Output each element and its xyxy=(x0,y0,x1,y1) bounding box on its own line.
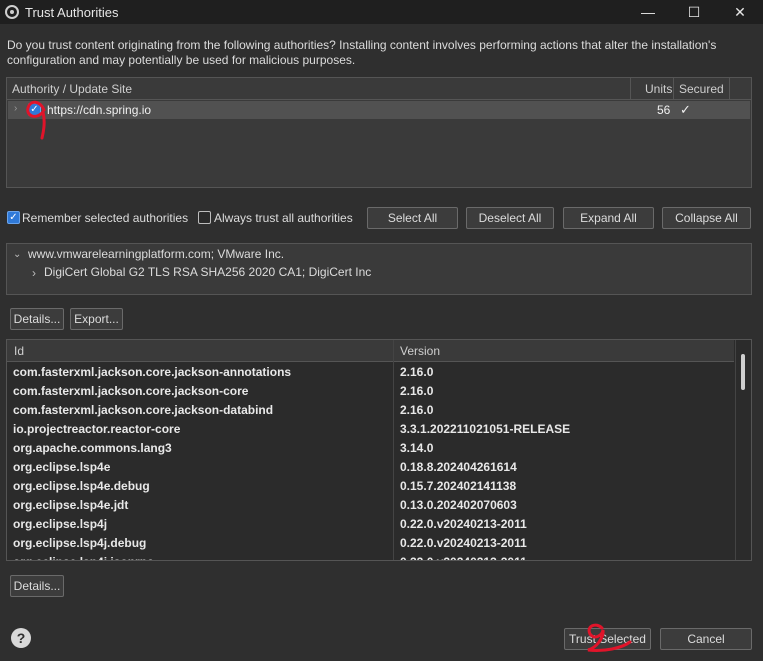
unit-id: org.eclipse.lsp4e.debug xyxy=(13,479,150,493)
maximize-icon: ☐ xyxy=(687,3,701,20)
intro-message: Do you trust content originating from th… xyxy=(7,38,717,67)
remember-checkbox[interactable]: ✓ xyxy=(7,211,20,224)
table-row[interactable]: org.eclipse.lsp4e.debug 0.15.7.2024021411… xyxy=(7,477,734,496)
table-row[interactable]: org.eclipse.lsp4j 0.22.0.v20240213-2011 xyxy=(7,515,734,534)
always-trust-checkbox[interactable] xyxy=(198,211,211,224)
units-table-header: Id Version xyxy=(7,340,734,362)
unit-version: 0.22.0.v20240213-2011 xyxy=(400,517,527,531)
scroll-thumb[interactable] xyxy=(741,354,745,390)
unit-version: 3.3.1.202211021051-RELEASE xyxy=(400,422,571,436)
table-row[interactable]: org.eclipse.lsp4e.jdt 0.13.0.202402070603 xyxy=(7,496,734,515)
authority-row[interactable]: › ✓ https://cdn.spring.io 56 ✓ xyxy=(8,101,750,119)
unit-id: org.eclipse.lsp4j xyxy=(13,517,108,531)
unit-version: 0.22.0.v20240213-2011 xyxy=(400,555,527,560)
table-row[interactable]: com.fasterxml.jackson.core.jackson-annot… xyxy=(7,363,734,382)
table-row[interactable]: org.apache.commons.lang3 3.14.0 xyxy=(7,439,734,458)
eclipse-app-icon xyxy=(5,5,19,19)
unit-id: com.fasterxml.jackson.core.jackson-core xyxy=(13,384,249,398)
authority-site-label: https://cdn.spring.io xyxy=(47,103,152,117)
unit-version: 2.16.0 xyxy=(400,403,434,417)
details-button-2[interactable]: Details... xyxy=(10,575,64,597)
table-row[interactable]: com.fasterxml.jackson.core.jackson-datab… xyxy=(7,401,734,420)
authority-table: Authority / Update Site Units Secured › … xyxy=(6,77,752,188)
column-id[interactable]: Id xyxy=(14,344,24,358)
close-button[interactable]: ✕ xyxy=(717,0,763,24)
authority-units-value: 56 xyxy=(657,103,671,117)
table-row[interactable]: com.fasterxml.jackson.core.jackson-core 2… xyxy=(7,382,734,401)
deselect-all-button[interactable]: Deselect All xyxy=(466,207,554,229)
unit-id: io.projectreactor.reactor-core xyxy=(13,422,181,436)
maximize-button[interactable]: ☐ xyxy=(671,0,717,24)
remember-label[interactable]: Remember selected authorities xyxy=(22,211,188,225)
unit-version: 0.22.0.v20240213-2011 xyxy=(400,536,527,550)
authority-table-header: Authority / Update Site Units Secured xyxy=(7,78,751,100)
table-row[interactable]: org.eclipse.lsp4j.debug 0.22.0.v20240213-… xyxy=(7,534,734,553)
unit-version: 3.14.0 xyxy=(400,441,434,455)
expand-all-button[interactable]: Expand All xyxy=(563,207,654,229)
minimize-button[interactable]: — xyxy=(625,0,671,24)
units-table: Id Version com.fasterxml.jackson.core.ja… xyxy=(6,339,752,561)
collapse-all-button[interactable]: Collapse All xyxy=(662,207,751,229)
details-button[interactable]: Details... xyxy=(10,308,64,330)
unit-id: org.eclipse.lsp4j.jsonrpc xyxy=(13,555,154,560)
always-trust-label[interactable]: Always trust all authorities xyxy=(214,211,353,225)
select-all-button[interactable]: Select All xyxy=(367,207,458,229)
secured-check-icon: ✓ xyxy=(680,102,691,117)
table-row[interactable]: org.eclipse.lsp4j.jsonrpc 0.22.0.v2024021… xyxy=(7,553,734,560)
unit-version: 0.13.0.202402070603 xyxy=(400,498,517,512)
authority-checkbox[interactable]: ✓ xyxy=(28,103,41,116)
unit-version: 0.18.8.202404261614 xyxy=(400,460,517,474)
table-row[interactable]: org.eclipse.lsp4e 0.18.8.202404261614 xyxy=(7,458,734,477)
trust-selected-button[interactable]: Trust Selected xyxy=(564,628,651,650)
column-units[interactable]: Units xyxy=(645,82,672,96)
unit-version: 2.16.0 xyxy=(400,365,434,379)
cert-child-node[interactable]: DigiCert Global G2 TLS RSA SHA256 2020 C… xyxy=(44,265,371,279)
table-row[interactable]: io.projectreactor.reactor-core 3.3.1.2022… xyxy=(7,420,734,439)
unit-id: org.eclipse.lsp4j.debug xyxy=(13,536,147,550)
units-scrollbar[interactable] xyxy=(735,340,751,560)
column-secured[interactable]: Secured xyxy=(679,82,724,96)
cancel-button[interactable]: Cancel xyxy=(660,628,752,650)
unit-version: 0.15.7.202402141138 xyxy=(400,479,517,493)
export-button[interactable]: Export... xyxy=(70,308,123,330)
unit-id: org.eclipse.lsp4e.jdt xyxy=(13,498,129,512)
close-icon: ✕ xyxy=(734,3,746,20)
chevron-down-icon[interactable]: ⌄ xyxy=(13,249,21,260)
column-authority[interactable]: Authority / Update Site xyxy=(12,82,132,96)
help-icon[interactable]: ? xyxy=(11,628,31,648)
column-version[interactable]: Version xyxy=(400,344,440,358)
cert-root-node[interactable]: www.vmwarelearningplatform.com; VMware I… xyxy=(28,247,284,261)
chevron-right-icon[interactable]: › xyxy=(14,103,17,114)
unit-id: org.eclipse.lsp4e xyxy=(13,460,111,474)
window-title: Trust Authorities xyxy=(25,4,119,20)
minimize-icon: — xyxy=(641,4,655,20)
title-bar: Trust Authorities — ☐ ✕ xyxy=(0,0,763,24)
unit-id: com.fasterxml.jackson.core.jackson-datab… xyxy=(13,403,274,417)
chevron-right-icon[interactable]: › xyxy=(32,266,36,280)
certificate-tree: ⌄ www.vmwarelearningplatform.com; VMware… xyxy=(6,243,752,295)
unit-id: org.apache.commons.lang3 xyxy=(13,441,172,455)
unit-id: com.fasterxml.jackson.core.jackson-annot… xyxy=(13,365,292,379)
units-list: com.fasterxml.jackson.core.jackson-annot… xyxy=(7,363,734,560)
unit-version: 2.16.0 xyxy=(400,384,434,398)
